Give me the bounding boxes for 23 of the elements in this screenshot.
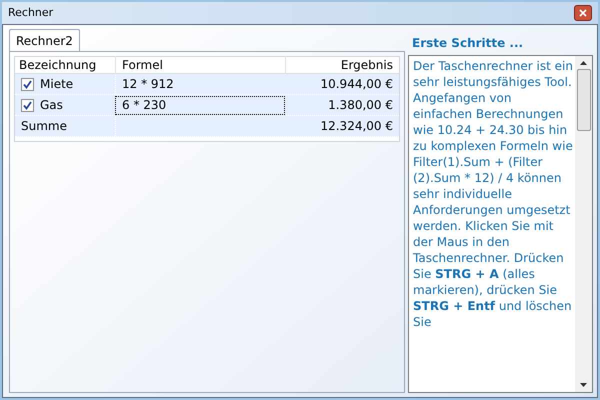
- checkbox[interactable]: [21, 98, 34, 112]
- checkmark-icon: [23, 80, 32, 88]
- tab[interactable]: Rechner2: [9, 29, 80, 51]
- window-title: Rechner: [8, 4, 54, 21]
- table-cell-text: Gas: [40, 97, 63, 114]
- table-cell-text: Summe: [21, 118, 67, 135]
- scrollbar[interactable]: [575, 56, 592, 392]
- table-cell[interactable]: 12 * 912: [115, 74, 285, 94]
- table-cell[interactable]: 6 * 230: [115, 96, 285, 114]
- help-title: Erste Schritte ...: [411, 35, 524, 52]
- close-icon: [579, 9, 587, 17]
- column-header[interactable]: Bezeichnung: [15, 56, 115, 74]
- table-cell-text: 1.380,00 €: [327, 97, 394, 114]
- close-button[interactable]: [574, 5, 592, 21]
- table-cell-text: 10.944,00 €: [319, 76, 394, 93]
- checkmark-icon: [23, 100, 32, 110]
- up-arrow-icon: [580, 61, 587, 65]
- table-cell-text: Miete: [40, 76, 74, 93]
- down-arrow-icon: [580, 383, 587, 387]
- help-text: Der Taschenrechner ist ein sehr leistungsfähiges Tool. Angefangen von einfachen Berechnungen wie 10.24 + 24.30 bis hin zu komplexen Formeln wie Filter(1).Sum + (Filter (2).Sum * 12) / 4 können sehr individuelle Anforderungen umgesetzt werden. Klicken Sie mit der Maus in den Taschenrechner. Drücken Sie STRG + A (alles markieren), drücken Sie STRG + Entf und löschen Sie: [412, 58, 574, 331]
- checkbox[interactable]: [21, 78, 34, 90]
- scrollbar-thumb[interactable]: [576, 69, 590, 131]
- table-cell-text: 12.324,00 €: [319, 118, 394, 135]
